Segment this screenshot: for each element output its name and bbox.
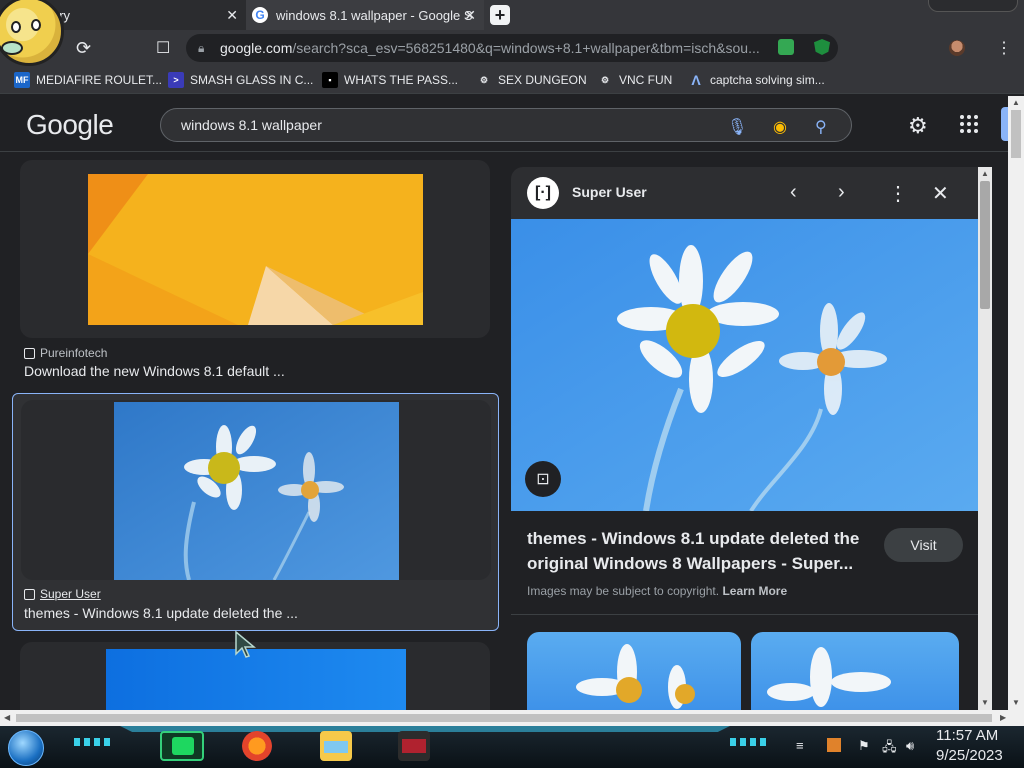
tab-google-search[interactable]: G windows 8.1 wallpaper - Google S ✕ — [246, 0, 484, 30]
preview-title[interactable]: themes - Windows 8.1 update deleted the … — [527, 526, 872, 576]
bookmark-label: WHATS THE PASS... — [344, 73, 459, 87]
more-options-icon[interactable]: ⋮ — [888, 181, 908, 206]
related-image[interactable] — [527, 632, 741, 710]
result-card[interactable] — [20, 160, 490, 338]
google-header: Google windows 8.1 wallpaper 🎙︎ ◉ ⚲ ⚙ — [0, 95, 1011, 152]
related-image[interactable] — [751, 632, 959, 710]
close-tab-icon[interactable]: ✕ — [464, 7, 476, 24]
result-thumbnail[interactable] — [88, 174, 423, 325]
taskbar-decoration — [730, 738, 770, 746]
google-favicon-icon: G — [252, 7, 268, 23]
settings-gear-icon[interactable]: ⚙ — [908, 113, 928, 139]
reload-icon[interactable]: ⟳ — [76, 38, 91, 59]
action-center-flag-icon[interactable]: ⚑ — [858, 738, 870, 754]
clock-date[interactable]: 9/25/2023 — [936, 747, 1003, 764]
close-tab-icon[interactable]: ✕ — [226, 7, 238, 24]
result-title[interactable]: Download the new Windows 8.1 default ... — [24, 363, 285, 379]
url-host: google.com — [220, 40, 293, 56]
lens-icon[interactable]: ◉ — [773, 117, 787, 137]
clock-time[interactable]: 11:57 AM — [936, 727, 998, 744]
browser-toolbar: ⟳ ☐ 🔒︎ google.com /search?sca_esv=568251… — [0, 30, 1024, 66]
bookmark-label: VNC FUN — [619, 73, 673, 87]
mediafire-icon: MF — [14, 72, 30, 88]
bookmark-label: SEX DUNGEON — [498, 73, 587, 87]
bookmark-label: SMASH GLASS IN C... — [190, 73, 314, 87]
superuser-icon — [24, 588, 35, 600]
captcha-icon: Λ — [691, 72, 701, 88]
lock-icon: 🔒︎ — [198, 40, 205, 55]
pass-icon: ▪ — [322, 72, 338, 88]
previous-arrow-icon[interactable]: ‹ — [790, 181, 797, 204]
visit-button[interactable]: Visit — [884, 528, 963, 562]
smash-icon: > — [168, 72, 184, 88]
result-title[interactable]: themes - Windows 8.1 update deleted the … — [24, 605, 298, 621]
bookmark-vnc-fun[interactable]: ⚙ VNC FUN — [597, 72, 672, 88]
preview-scrollbar-thumb[interactable] — [980, 181, 990, 309]
bookmarks-bar: MF MEDIAFIRE ROULET... > SMASH GLASS IN … — [0, 66, 1024, 94]
profile-avatar-icon[interactable] — [949, 40, 965, 56]
file-explorer-icon[interactable] — [320, 731, 352, 761]
page-scrollbar-thumb[interactable] — [1011, 110, 1021, 158]
dungeon-icon: ⚙ — [479, 74, 489, 85]
result-source[interactable]: Super User — [24, 587, 101, 601]
taskbar-decoration — [74, 738, 114, 746]
bookmark-smash-glass[interactable]: > SMASH GLASS IN C... — [168, 72, 313, 88]
bookmark-captcha[interactable]: Λ captcha solving sim... — [688, 72, 825, 88]
learn-more-link[interactable]: Learn More — [722, 584, 787, 598]
new-tab-button[interactable]: + — [490, 5, 510, 25]
google-logo[interactable]: Google — [26, 109, 114, 141]
bookmark-whats-the-pass[interactable]: ▪ WHATS THE PASS... — [322, 72, 458, 88]
search-input[interactable]: windows 8.1 wallpaper 🎙︎ ◉ ⚲ — [160, 108, 852, 142]
address-bar[interactable]: 🔒︎ google.com /search?sca_esv=568251480&… — [186, 34, 838, 62]
preview-header: [·] Super User ‹ › ⋮ ✕ — [511, 167, 978, 219]
bookmark-label: captcha solving sim... — [710, 73, 825, 87]
preview-site-name[interactable]: Super User — [572, 184, 647, 200]
tray-app-icon[interactable] — [827, 738, 841, 752]
extension-green-icon[interactable] — [778, 39, 794, 55]
tray-grip-icon: ≡ — [796, 738, 804, 753]
bookmark-label: MEDIAFIRE ROULET... — [36, 73, 163, 87]
result-card-selected[interactable]: Super User themes - Windows 8.1 update d… — [12, 393, 499, 631]
result-thumbnail[interactable] — [106, 649, 406, 710]
tab-strip: ory ✕ G windows 8.1 wallpaper - Google S… — [0, 0, 1024, 30]
pureinfotech-icon — [24, 347, 35, 359]
browser-menu-icon[interactable]: ⋮ — [996, 38, 1012, 58]
microphone-icon[interactable]: 🎙︎ — [727, 117, 747, 137]
close-icon[interactable]: ✕ — [932, 181, 949, 206]
horizontal-scrollbar-thumb[interactable] — [16, 714, 992, 722]
apps-grid-icon[interactable] — [960, 115, 978, 133]
bookmark-sex-dungeon[interactable]: ⚙ SEX DUNGEON — [476, 72, 587, 88]
result-thumbnail[interactable] — [114, 402, 399, 580]
divider — [511, 614, 978, 615]
horizontal-scrollbar[interactable]: ◀ ▶ — [0, 710, 1024, 726]
firefox-icon[interactable] — [242, 731, 272, 761]
window-controls-frame — [928, 0, 1018, 12]
visual-search-icon[interactable]: ⊡ — [525, 461, 561, 497]
mouse-cursor-icon — [235, 630, 256, 658]
next-arrow-icon[interactable]: › — [838, 181, 845, 204]
result-source[interactable]: Pureinfotech — [24, 346, 107, 360]
search-query: windows 8.1 wallpaper — [181, 117, 322, 133]
vnc-icon: ⚙ — [600, 74, 610, 85]
copyright-notice: Images may be subject to copyright. Lear… — [527, 584, 788, 598]
page-scrollbar[interactable]: ▲ ▼ — [1008, 96, 1024, 710]
spotify-notes-icon[interactable] — [160, 731, 204, 761]
image-results: Pureinfotech Download the new Windows 8.… — [0, 152, 505, 710]
tab-label: windows 8.1 wallpaper - Google S — [276, 7, 473, 23]
bookmark-icon[interactable]: ☐ — [156, 38, 170, 58]
taskbar: ≡ ⚑ 🖧︎ 🔊︎ 11:57 AM 9/25/2023 — [0, 726, 1024, 768]
network-icon[interactable]: 🖧︎ — [882, 738, 897, 760]
preview-image[interactable] — [511, 219, 978, 511]
url-path: /search?sca_esv=568251480&q=windows+8.1+… — [292, 40, 760, 56]
superuser-logo-icon[interactable]: [·] — [527, 177, 559, 209]
image-preview-panel: [·] Super User ‹ › ⋮ ✕ ⊡ themes - Window… — [511, 167, 978, 710]
start-button[interactable] — [8, 730, 44, 766]
bookmark-mediafire[interactable]: MF MEDIAFIRE ROULET... — [14, 72, 162, 88]
volume-icon[interactable]: 🔊︎ — [906, 738, 914, 754]
app-red-icon[interactable] — [398, 731, 430, 761]
search-icon[interactable]: ⚲ — [815, 117, 827, 137]
preview-scrollbar[interactable]: ▲ ▼ — [978, 167, 992, 710]
